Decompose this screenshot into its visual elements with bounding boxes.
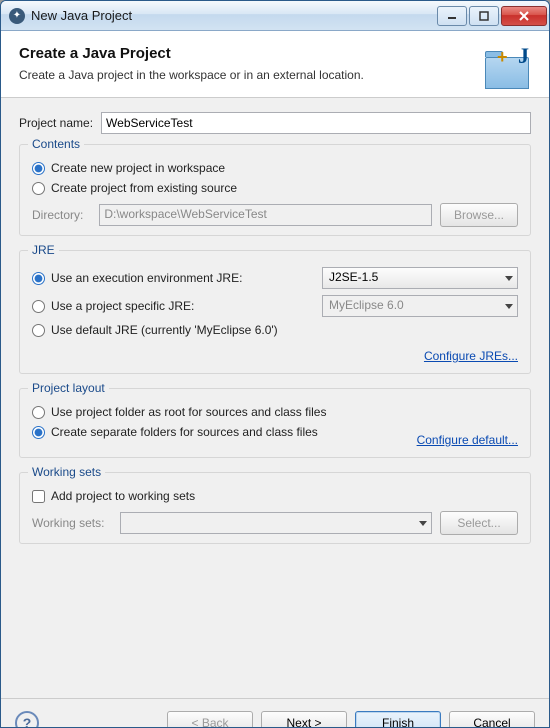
configure-default-link[interactable]: Configure default... — [417, 433, 518, 447]
help-button[interactable]: ? — [15, 711, 39, 728]
chevron-down-icon — [505, 276, 513, 281]
finish-button[interactable]: Finish — [355, 711, 441, 728]
jre-group: JRE Use an execution environment JRE: J2… — [19, 250, 531, 374]
layout-group-title: Project layout — [28, 381, 109, 395]
cancel-button[interactable]: Cancel — [449, 711, 535, 728]
contents-group: Contents Create new project in workspace… — [19, 144, 531, 236]
maximize-button[interactable] — [469, 6, 499, 26]
working-sets-group-title: Working sets — [28, 465, 105, 479]
radio-layout-separate[interactable] — [32, 426, 45, 439]
radio-layout-separate-label: Create separate folders for sources and … — [51, 425, 318, 439]
radio-default-jre-label: Use default JRE (currently 'MyEclipse 6.… — [51, 323, 278, 337]
radio-create-workspace-label: Create new project in workspace — [51, 161, 225, 175]
exec-env-value: J2SE-1.5 — [329, 270, 378, 284]
directory-input: D:\workspace\WebServiceTest — [99, 204, 432, 226]
proj-specific-select: MyEclipse 6.0 — [322, 295, 518, 317]
configure-jres-link[interactable]: Configure JREs... — [424, 349, 518, 363]
minimize-button[interactable] — [437, 6, 467, 26]
chevron-down-icon — [505, 304, 513, 309]
exec-env-select[interactable]: J2SE-1.5 — [322, 267, 518, 289]
app-icon: ✦ — [9, 8, 25, 24]
directory-label: Directory: — [32, 208, 83, 222]
radio-proj-specific[interactable] — [32, 300, 45, 313]
window-title: New Java Project — [31, 8, 435, 23]
wizard-banner: Create a Java Project Create a Java proj… — [1, 31, 549, 98]
project-name-input[interactable] — [101, 112, 531, 134]
jre-group-title: JRE — [28, 243, 59, 257]
title-bar[interactable]: ✦ New Java Project — [1, 1, 549, 31]
dialog-window: ✦ New Java Project Create a Java Project… — [0, 0, 550, 728]
layout-group: Project layout Use project folder as roo… — [19, 388, 531, 458]
working-sets-select — [120, 512, 432, 534]
banner-heading: Create a Java Project — [19, 45, 483, 62]
radio-proj-specific-label: Use a project specific JRE: — [51, 299, 194, 313]
project-name-label: Project name: — [19, 116, 93, 130]
banner-subheading: Create a Java project in the workspace o… — [19, 68, 483, 82]
radio-default-jre[interactable] — [32, 324, 45, 337]
radio-existing-source-label: Create project from existing source — [51, 181, 237, 195]
close-button[interactable] — [501, 6, 547, 26]
browse-button: Browse... — [440, 203, 518, 227]
next-button[interactable]: Next > — [261, 711, 347, 728]
wizard-content: Project name: Contents Create new projec… — [1, 98, 549, 698]
window-controls — [435, 6, 547, 26]
radio-exec-env[interactable] — [32, 272, 45, 285]
contents-group-title: Contents — [28, 137, 84, 151]
wizard-folder-icon: + J — [483, 45, 531, 89]
radio-create-workspace[interactable] — [32, 162, 45, 175]
chevron-down-icon — [419, 521, 427, 526]
add-working-sets-label: Add project to working sets — [51, 489, 195, 503]
radio-exec-env-label: Use an execution environment JRE: — [51, 271, 242, 285]
select-working-sets-button: Select... — [440, 511, 518, 535]
proj-specific-value: MyEclipse 6.0 — [329, 298, 404, 312]
working-sets-group: Working sets Add project to working sets… — [19, 472, 531, 544]
radio-layout-root-label: Use project folder as root for sources a… — [51, 405, 326, 419]
working-sets-label: Working sets: — [32, 516, 104, 530]
dialog-footer: ? < Back Next > Finish Cancel — [1, 698, 549, 728]
add-working-sets-checkbox[interactable] — [32, 490, 45, 503]
radio-existing-source[interactable] — [32, 182, 45, 195]
back-button: < Back — [167, 711, 253, 728]
radio-layout-root[interactable] — [32, 406, 45, 419]
